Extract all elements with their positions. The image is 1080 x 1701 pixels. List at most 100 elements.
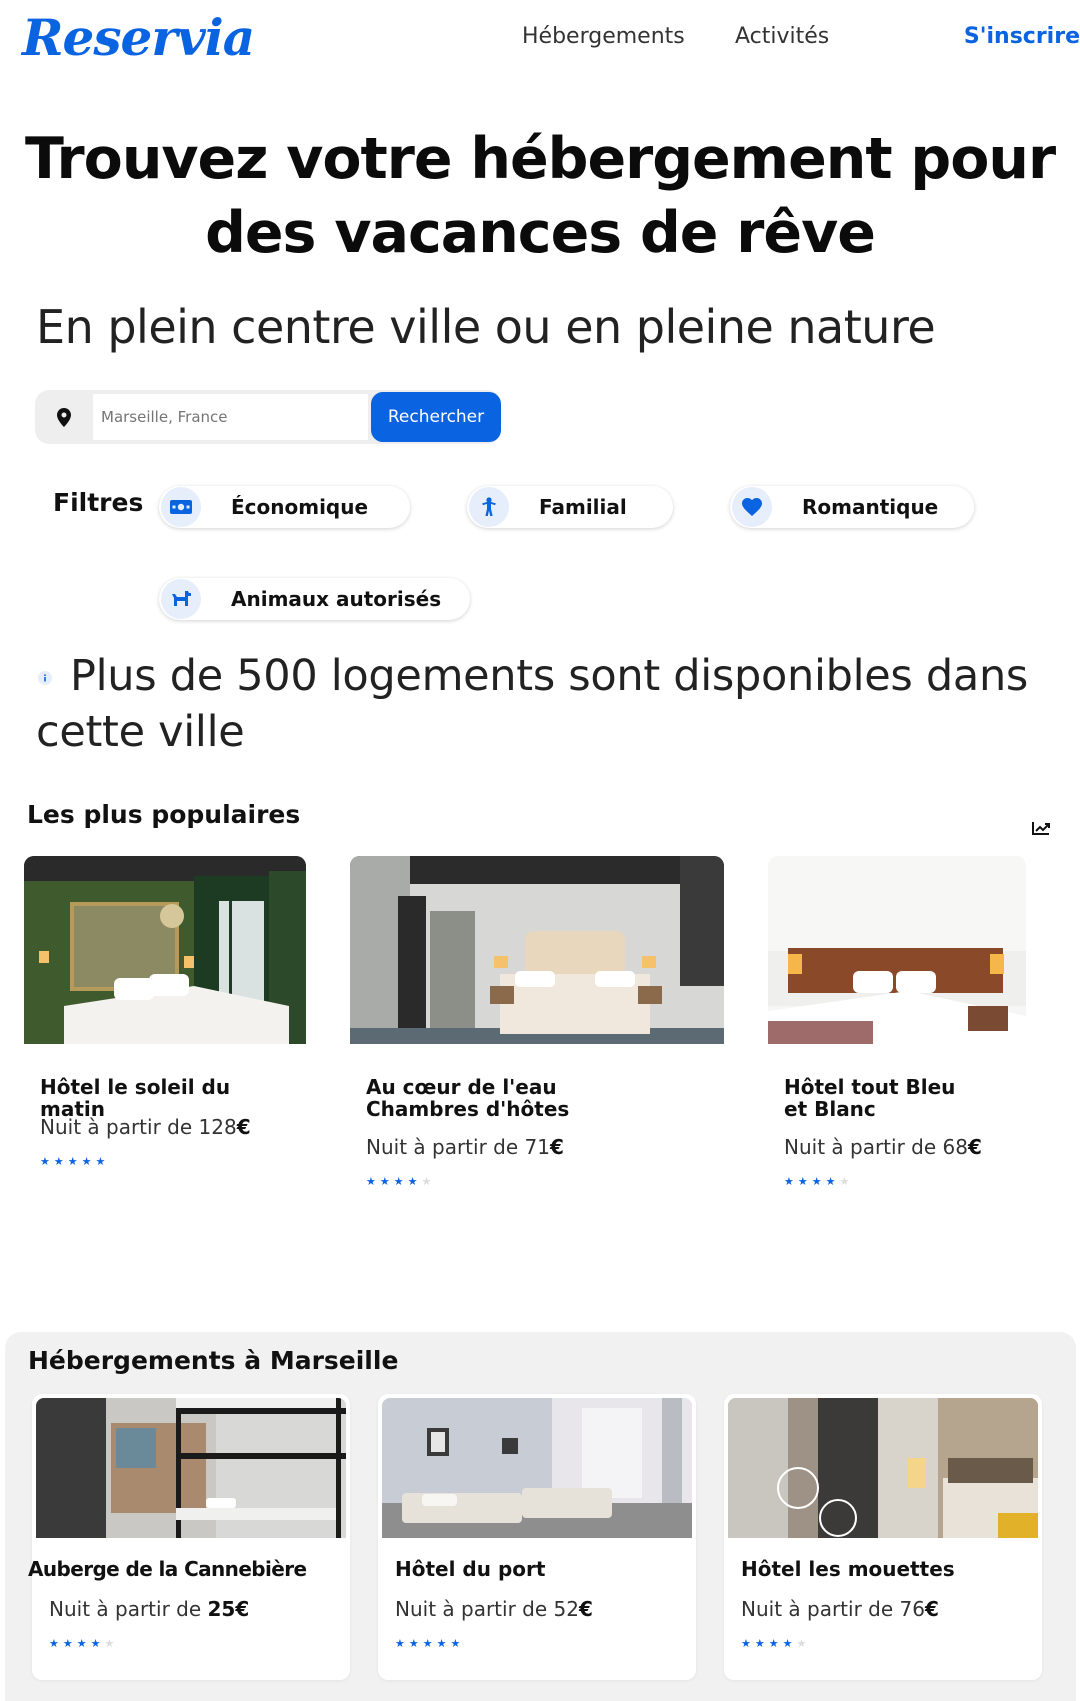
star-icon: ★ (811, 1175, 822, 1188)
price-bold: € (924, 1597, 939, 1621)
price-bold: € (578, 1597, 593, 1621)
star-icon: ★ (395, 1637, 405, 1650)
nav-activites-link[interactable]: Activités (735, 24, 829, 49)
trend-up-icon (1032, 820, 1050, 839)
filter-label: Romantique (802, 495, 939, 519)
hotel-price: Nuit à partir de 25€ (49, 1597, 249, 1621)
star-icon: ★ (408, 1637, 419, 1650)
star-rating: ★ ★ ★ ★ ★ (40, 1156, 105, 1167)
price-text: Nuit à partir de (49, 1597, 208, 1621)
price-text: Nuit à partir de 128 (40, 1115, 237, 1139)
price-text: Nuit à partir de 68 (784, 1135, 968, 1159)
search-input[interactable] (93, 394, 368, 440)
star-icon: ★ (839, 1175, 850, 1188)
star-icon: ★ (741, 1637, 751, 1650)
filter-label: Familial (539, 495, 627, 519)
marseille-title: Hébergements à Marseille (28, 1346, 399, 1375)
search-bar: Rechercher (35, 390, 501, 444)
nav-hebergements-link[interactable]: Hébergements (522, 24, 685, 49)
heart-icon (732, 487, 772, 527)
marseille-card[interactable]: Hôtel du port Nuit à partir de 52€ ★ ★ ★ ★ ★ (378, 1394, 696, 1680)
star-icon: ★ (81, 1155, 92, 1168)
marseille-section: Hébergements à Marseille Auberge de la C… (5, 1332, 1076, 1701)
hotel-photo (728, 1398, 1038, 1538)
marseille-card[interactable]: Hôtel les mouettes Nuit à partir de 76€ … (724, 1394, 1042, 1680)
star-icon: ★ (379, 1175, 390, 1188)
filter-romantique[interactable]: Romantique (730, 486, 974, 528)
hotel-price: Nuit à partir de 128€ (40, 1115, 251, 1139)
child-icon (469, 487, 509, 527)
star-icon: ★ (407, 1175, 418, 1188)
filter-animaux-autorises[interactable]: Animaux autorisés (159, 578, 470, 620)
star-icon: ★ (366, 1175, 376, 1188)
hotel-photo (36, 1398, 346, 1538)
star-icon: ★ (797, 1175, 808, 1188)
hotel-photo (768, 856, 1026, 1044)
signup-link[interactable]: S'inscrire (964, 24, 1080, 49)
star-icon: ★ (436, 1637, 447, 1650)
star-rating: ★ ★ ★ ★ ★ (366, 1176, 431, 1187)
star-icon: ★ (796, 1637, 807, 1650)
star-icon: ★ (421, 1175, 432, 1188)
star-icon: ★ (95, 1155, 106, 1168)
star-icon: ★ (393, 1175, 404, 1188)
hotel-photo (382, 1398, 692, 1538)
star-icon: ★ (754, 1637, 765, 1650)
hotel-name: Hôtel tout Bleu et Blanc (784, 1075, 956, 1121)
location-pin-icon (35, 390, 93, 444)
star-icon: ★ (825, 1175, 836, 1188)
popular-card[interactable]: Au cœur de l'eau Chambres d'hôtes Nuit à… (350, 856, 724, 1196)
hotel-photo (24, 856, 306, 1044)
hotel-photo (350, 856, 724, 1044)
marseille-card[interactable]: Auberge de la Cannebière Nuit à partir d… (28, 1394, 350, 1680)
filter-label: Animaux autorisés (231, 587, 442, 611)
popular-card[interactable]: Hôtel tout Bleu et Blanc Nuit à partir d… (768, 856, 1026, 1196)
filter-familial[interactable]: Familial (467, 486, 673, 528)
star-icon: ★ (40, 1155, 50, 1168)
hotel-name: Hôtel les mouettes (741, 1557, 955, 1581)
price-text: Nuit à partir de 76 (741, 1597, 925, 1621)
star-icon: ★ (90, 1637, 101, 1650)
hero-title-line1: Trouvez votre hébergement pour (24, 126, 1056, 192)
reservia-logo[interactable]: Reservia (22, 8, 255, 67)
hotel-name: Au cœur de l'eau Chambres d'hôtes (366, 1075, 570, 1121)
price-bold: 25€ (207, 1597, 250, 1621)
star-icon: ★ (49, 1637, 59, 1650)
money-icon (161, 487, 201, 527)
star-icon: ★ (62, 1637, 73, 1650)
star-icon: ★ (76, 1637, 87, 1650)
star-rating: ★ ★ ★ ★ ★ (784, 1176, 849, 1187)
star-icon: ★ (422, 1637, 433, 1650)
hero-title-line2: des vacances de rêve (205, 200, 876, 266)
hero-title: Trouvez votre hébergement pour des vacan… (0, 122, 1080, 270)
price-text: Nuit à partir de 52 (395, 1597, 579, 1621)
star-icon: ★ (450, 1637, 461, 1650)
hotel-price: Nuit à partir de 52€ (395, 1597, 593, 1621)
filters-label: Filtres (53, 488, 144, 517)
availability-text: Plus de 500 logements sont disponibles d… (36, 651, 1029, 757)
star-rating: ★ ★ ★ ★ ★ (395, 1638, 460, 1649)
price-text: Nuit à partir de 71 (366, 1135, 550, 1159)
hotel-name: Hôtel le soleil du matin (40, 1075, 231, 1121)
hotel-name: Hôtel du port (395, 1557, 546, 1581)
dog-icon (161, 579, 201, 619)
hero-subtitle: En plein centre ville ou en pleine natur… (36, 300, 936, 354)
hotel-name: Auberge de la Cannebière (28, 1557, 307, 1581)
popular-card[interactable]: Hôtel le soleil du matin Nuit à partir d… (24, 856, 306, 1176)
star-icon: ★ (768, 1637, 779, 1650)
star-rating: ★ ★ ★ ★ ★ (741, 1638, 806, 1649)
hotel-price: Nuit à partir de 76€ (741, 1597, 939, 1621)
star-icon: ★ (784, 1175, 794, 1188)
filter-label: Économique (231, 495, 369, 519)
star-icon: ★ (782, 1637, 793, 1650)
popular-title: Les plus populaires (27, 800, 301, 829)
filter-economique[interactable]: Économique (159, 486, 410, 528)
hotel-price: Nuit à partir de 68€ (784, 1135, 982, 1159)
search-button[interactable]: Rechercher (371, 392, 501, 442)
hotel-price: Nuit à partir de 71€ (366, 1135, 564, 1159)
star-icon: ★ (67, 1155, 78, 1168)
price-currency: € (549, 1135, 564, 1159)
price-currency: € (236, 1115, 251, 1139)
star-icon: ★ (53, 1155, 64, 1168)
star-icon: ★ (104, 1637, 115, 1650)
